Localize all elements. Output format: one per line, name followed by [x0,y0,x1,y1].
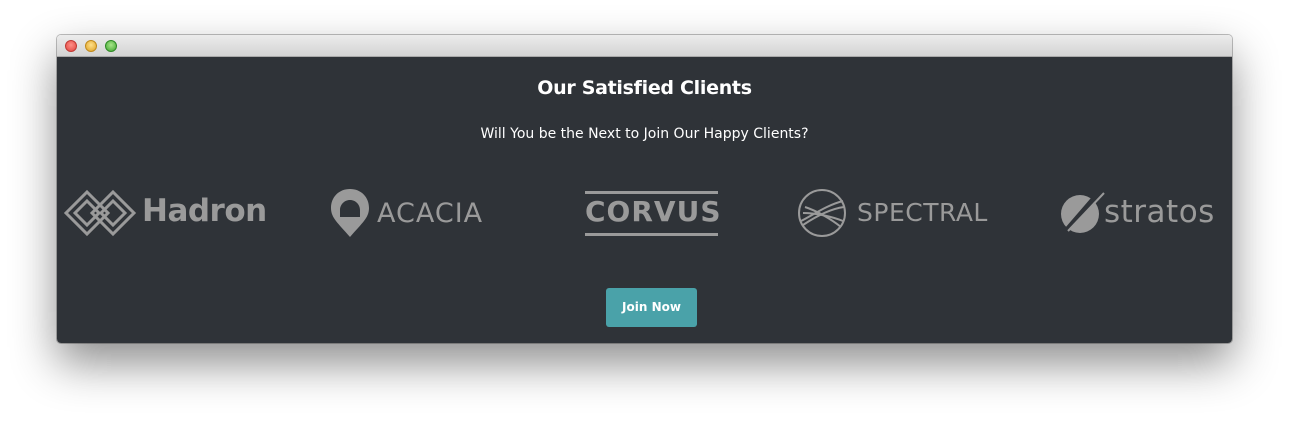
client-name: CORVUS [585,195,722,228]
client-logo-spectral: SPECTRAL [797,187,997,239]
client-name: stratos [1104,194,1215,230]
logo-top-bar [585,191,718,194]
client-name: Hadron [142,193,267,229]
client-name: SPECTRAL [857,198,988,227]
minimize-window-button[interactable] [85,40,97,52]
client-logo-corvus: CORVUS [585,187,722,239]
client-logo-stratos: stratos [1060,187,1225,239]
section-title: Our Satisfied Clients [537,77,752,99]
globe-lines-icon [798,189,846,237]
interlocking-diamonds-icon [63,189,137,237]
window-titlebar [57,35,1232,57]
client-name: ACACIA [377,198,484,229]
logo-bottom-bar [585,233,718,236]
browser-window: Our Satisfied Clients Will You be the Ne… [57,35,1232,343]
maximize-window-button[interactable] [105,40,117,52]
clients-section: Our Satisfied Clients Will You be the Ne… [57,57,1232,343]
join-now-button[interactable]: Join Now [606,288,697,327]
close-window-button[interactable] [65,40,77,52]
client-logo-acacia: ACACIA [330,187,485,239]
client-logo-hadron: Hadron [62,187,267,239]
section-subtitle: Will You be the Next to Join Our Happy C… [480,126,809,142]
slashed-circle-icon [1061,187,1105,235]
location-pin-icon [331,189,369,237]
